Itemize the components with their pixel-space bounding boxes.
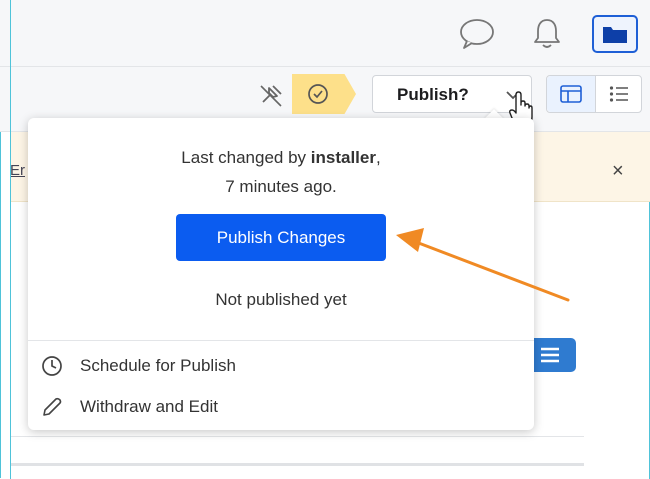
folder-icon — [603, 27, 627, 43]
hamburger-icon — [538, 345, 562, 365]
menu-button[interactable] — [534, 338, 576, 372]
pin-off-icon[interactable] — [255, 80, 287, 110]
divider — [10, 436, 584, 437]
last-changed-time: 7 minutes ago. — [225, 177, 337, 196]
annotation-arrow — [396, 228, 570, 302]
status-badge[interactable] — [292, 74, 356, 114]
comment-icon[interactable] — [457, 16, 497, 52]
withdraw-and-edit-item[interactable]: Withdraw and Edit — [40, 392, 520, 422]
frame-edge — [10, 0, 11, 479]
clock-icon — [40, 354, 64, 378]
divider — [10, 463, 584, 466]
view-toggle-group — [546, 75, 642, 113]
close-notice-button[interactable]: × — [612, 160, 624, 183]
layout-view-button[interactable] — [547, 76, 596, 112]
withdraw-and-edit-label: Withdraw and Edit — [80, 397, 218, 416]
popover-divider — [28, 340, 534, 341]
notice-text[interactable]: Er — [10, 162, 25, 179]
pencil-icon — [40, 395, 64, 419]
publish-button-label: Publish? — [397, 85, 469, 104]
last-changed-user: installer — [310, 148, 376, 167]
schedule-for-publish-label: Schedule for Publish — [80, 356, 236, 375]
last-changed-text: Last changed by installer, — [28, 148, 534, 168]
last-changed-prefix: Last changed by — [181, 148, 311, 167]
bell-icon[interactable] — [527, 14, 567, 54]
list-icon — [609, 86, 628, 102]
last-changed-suffix: , — [375, 148, 381, 167]
list-view-button[interactable] — [596, 76, 641, 112]
top-bar — [0, 0, 650, 67]
folder-button[interactable] — [592, 15, 638, 53]
schedule-for-publish-item[interactable]: Schedule for Publish — [40, 351, 520, 381]
check-circle-icon — [306, 82, 330, 106]
layout-icon — [559, 84, 583, 104]
publish-changes-button[interactable]: Publish Changes — [176, 214, 386, 261]
